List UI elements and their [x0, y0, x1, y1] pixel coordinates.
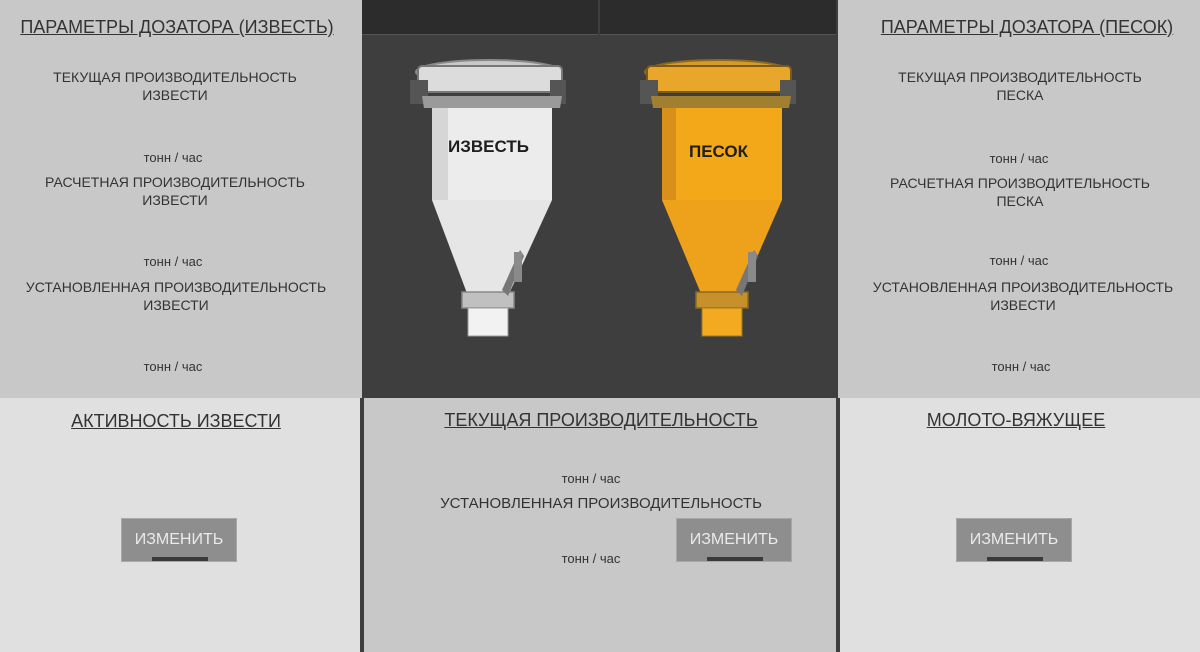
- binder-title: МОЛОТО-ВЯЖУЩЕЕ: [926, 410, 1106, 430]
- lime-current-label: ТЕКУЩАЯ ПРОИЗВОДИТЕЛЬНОСТЬ ИЗВЕСТИ: [53, 69, 297, 103]
- lime-calc-unit: тонн / час: [143, 254, 203, 269]
- sand-hopper-label: ПЕСОК: [689, 142, 749, 161]
- set-perf-label: УСТАНОВЛЕННАЯ ПРОИЗВОДИТЕЛЬНОСТЬ: [440, 495, 762, 512]
- sand-current-label: ТЕКУЩАЯ ПРОИЗВОДИТЕЛЬНОСТЬ ПЕСКА: [898, 69, 1142, 103]
- lime-set-unit: тонн / час: [143, 359, 203, 374]
- button-indicator: [152, 557, 208, 561]
- sand-current-unit: тонн / час: [989, 151, 1049, 166]
- lime-hopper-icon: [410, 59, 566, 337]
- change-performance-button[interactable]: ИЗМЕНИТЬ: [676, 518, 792, 562]
- sand-dispenser-panel: ПАРАМЕТРЫ ДОЗАТОРА (ПЕСОК) ТЕКУЩАЯ ПРОИЗ…: [838, 0, 1200, 398]
- lime-activity-panel: АКТИВНОСТЬ ИЗВЕСТИ ИЗМЕНИТЬ: [0, 398, 362, 652]
- sand-hopper-icon: [640, 59, 796, 337]
- change-activity-button[interactable]: ИЗМЕНИТЬ: [121, 518, 237, 562]
- change-activity-button-label: ИЗМЕНИТЬ: [134, 531, 224, 548]
- current-perf-unit: тонн / час: [561, 471, 621, 486]
- sand-calc-label: РАСЧЕТНАЯ ПРОИЗВОДИТЕЛЬНОСТЬ ПЕСКА: [890, 175, 1150, 209]
- binder-panel: МОЛОТО-ВЯЖУЩЕЕ ИЗМЕНИТЬ: [838, 398, 1200, 652]
- change-performance-button-label: ИЗМЕНИТЬ: [689, 531, 779, 548]
- dispensers-view: ИЗВЕСТЬ ПЕСОК: [362, 0, 838, 398]
- change-binder-button-label: ИЗМЕНИТЬ: [969, 531, 1059, 548]
- sand-calc-unit: тонн / час: [989, 253, 1049, 268]
- lime-panel-title: ПАРАМЕТРЫ ДОЗАТОРА (ИЗВЕСТЬ): [20, 17, 334, 37]
- change-binder-button[interactable]: ИЗМЕНИТЬ: [956, 518, 1072, 562]
- button-indicator: [987, 557, 1043, 561]
- sand-set-label: УСТАНОВЛЕННАЯ ПРОИЗВОДИТЕЛЬНОСТЬ ИЗВЕСТИ: [872, 279, 1174, 313]
- lime-activity-title: АКТИВНОСТЬ ИЗВЕСТИ: [71, 411, 281, 431]
- sand-panel-title: ПАРАМЕТРЫ ДОЗАТОРА (ПЕСОК): [880, 17, 1174, 37]
- lime-dispenser-panel: ПАРАМЕТРЫ ДОЗАТОРА (ИЗВЕСТЬ) ТЕКУЩАЯ ПРО…: [0, 0, 362, 398]
- lime-set-label: УСТАНОВЛЕННАЯ ПРОИЗВОДИТЕЛЬНОСТЬ ИЗВЕСТИ: [25, 279, 327, 313]
- button-indicator: [707, 557, 763, 561]
- lime-current-unit: тонн / час: [143, 150, 203, 165]
- lime-hopper-label: ИЗВЕСТЬ: [448, 137, 529, 156]
- current-perf-title: ТЕКУЩАЯ ПРОИЗВОДИТЕЛЬНОСТЬ: [444, 410, 758, 430]
- hoppers-illustration: [410, 59, 796, 337]
- sand-set-unit: тонн / час: [991, 359, 1051, 374]
- current-performance-panel: ТЕКУЩАЯ ПРОИЗВОДИТЕЛЬНОСТЬ тонн / час УС…: [362, 398, 838, 652]
- lime-calc-label: РАСЧЕТНАЯ ПРОИЗВОДИТЕЛЬНОСТЬ ИЗВЕСТИ: [45, 174, 305, 208]
